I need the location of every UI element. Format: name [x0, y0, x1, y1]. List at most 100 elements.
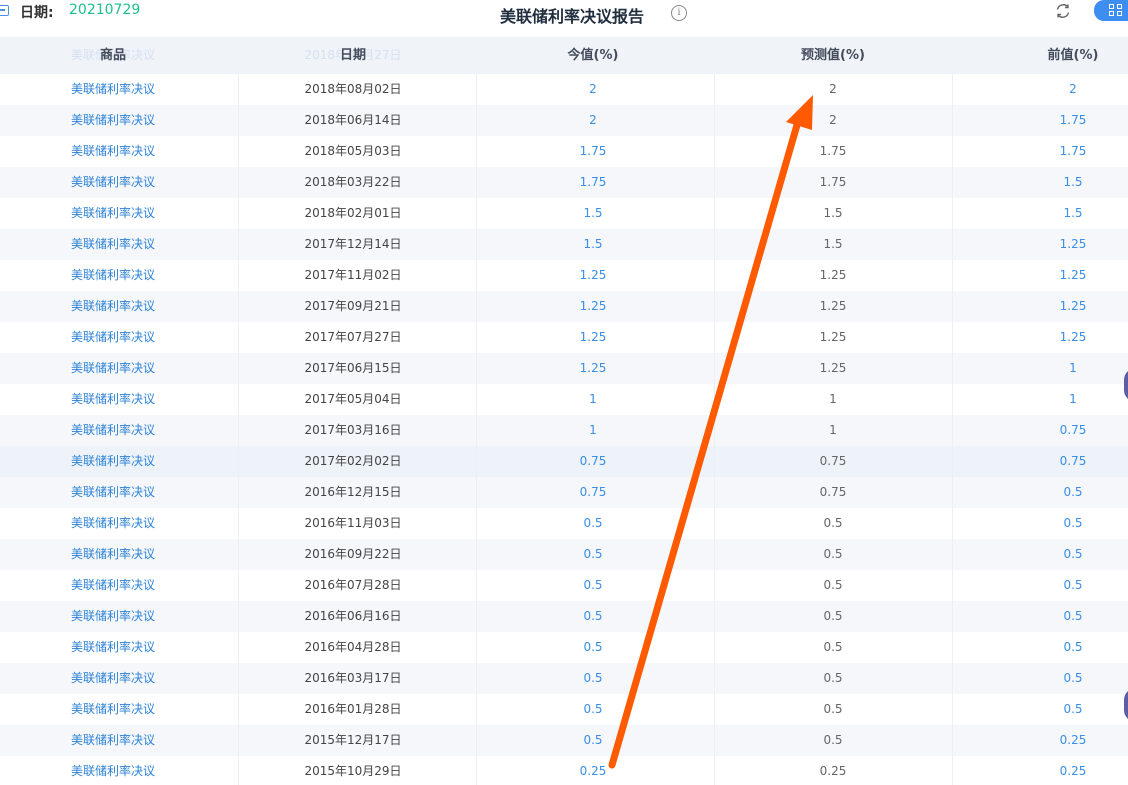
- table-row[interactable]: 美联储利率决议 2017年06月15日 1.25 1.25 1: [0, 353, 1128, 384]
- table-row[interactable]: 美联储利率决议 2016年07月28日 0.5 0.5 0.5: [0, 570, 1128, 601]
- calendar-icon: [0, 5, 9, 16]
- actual-value-cell: 0.5: [583, 640, 603, 654]
- column-divider: [952, 291, 953, 322]
- table-row[interactable]: 美联储利率决议 2015年10月29日 0.25 0.25 0.25: [0, 756, 1128, 785]
- column-divider: [952, 167, 953, 198]
- column-divider: [476, 136, 477, 167]
- forecast-value-cell: 0.5: [823, 702, 843, 716]
- table-row[interactable]: 美联储利率决议 2016年04月28日 0.5 0.5 0.5: [0, 632, 1128, 663]
- table-row[interactable]: 美联储利率决议 2018年02月01日 1.5 1.5 1.5: [0, 198, 1128, 229]
- refresh-icon[interactable]: [1054, 2, 1072, 20]
- product-cell[interactable]: 美联储利率决议: [38, 539, 188, 570]
- date-cell: 2018年08月02日: [304, 82, 402, 96]
- column-header-forecast[interactable]: 预测值(%): [758, 37, 908, 74]
- column-divider: [714, 415, 715, 446]
- actual-value-cell: 1.25: [579, 361, 607, 375]
- forecast-value-cell: 1.25: [819, 299, 847, 313]
- date-cell: 2016年03月17日: [304, 671, 402, 685]
- table-row[interactable]: 美联储利率决议 2018年06月14日 2 2 1.75: [0, 105, 1128, 136]
- product-cell[interactable]: 美联储利率决议: [38, 229, 188, 260]
- table-row[interactable]: 美联储利率决议 2017年03月16日 1 1 0.75: [0, 415, 1128, 446]
- column-divider: [476, 229, 477, 260]
- product-cell[interactable]: 美联储利率决议: [38, 725, 188, 756]
- layout-toggle-button[interactable]: [1094, 0, 1128, 21]
- table-row[interactable]: 美联储利率决议 2018年08月02日 2 2 2: [0, 74, 1128, 105]
- column-header-date[interactable]: 日期: [278, 37, 428, 74]
- column-divider: [476, 446, 477, 477]
- table-row[interactable]: 美联储利率决议 2017年11月02日 1.25 1.25 1.25: [0, 260, 1128, 291]
- product-cell[interactable]: 美联储利率决议: [38, 415, 188, 446]
- previous-value-cell: 0.5: [1063, 516, 1083, 530]
- table-row[interactable]: 美联储利率决议 2018年05月03日 1.75 1.75 1.75: [0, 136, 1128, 167]
- product-cell[interactable]: 美联储利率决议: [38, 260, 188, 291]
- table-row[interactable]: 美联储利率决议 2017年12月14日 1.5 1.5 1.25: [0, 229, 1128, 260]
- date-cell: 2017年02月02日: [304, 454, 402, 468]
- column-divider: [952, 105, 953, 136]
- product-cell[interactable]: 美联储利率决议: [38, 694, 188, 725]
- previous-value-cell: 0.75: [1059, 423, 1087, 437]
- column-header-product[interactable]: 商品: [38, 37, 188, 74]
- previous-value-cell: 1: [1069, 392, 1077, 406]
- product-cell[interactable]: 美联储利率决议: [38, 601, 188, 632]
- column-divider: [476, 477, 477, 508]
- forecast-value-cell: 1.5: [823, 206, 843, 220]
- product-cell[interactable]: 美联储利率决议: [38, 353, 188, 384]
- table-row[interactable]: 美联储利率决议 2016年03月17日 0.5 0.5 0.5: [0, 663, 1128, 694]
- table-body: 美联储利率决议 2018年08月02日 2 2 2 美联储利率决议 2018年06月14日 2…: [0, 74, 1128, 785]
- table-row[interactable]: 美联储利率决议 2018年03月22日 1.75 1.75 1.5: [0, 167, 1128, 198]
- forecast-value-cell: 0.75: [819, 454, 847, 468]
- product-cell[interactable]: 美联储利率决议: [38, 384, 188, 415]
- product-cell[interactable]: 美联储利率决议: [38, 570, 188, 601]
- product-cell[interactable]: 美联储利率决议: [38, 756, 188, 785]
- column-divider: [714, 74, 715, 105]
- column-divider: [476, 508, 477, 539]
- column-divider: [952, 725, 953, 756]
- product-cell[interactable]: 美联储利率决议: [38, 105, 188, 136]
- product-cell[interactable]: 美联储利率决议: [38, 446, 188, 477]
- info-icon[interactable]: i: [671, 5, 687, 21]
- previous-value-cell: 0.5: [1063, 578, 1083, 592]
- column-header-previous[interactable]: 前值(%): [998, 37, 1128, 74]
- column-divider: [476, 198, 477, 229]
- column-divider: [714, 229, 715, 260]
- product-cell[interactable]: 美联储利率决议: [38, 198, 188, 229]
- column-divider: [952, 756, 953, 785]
- actual-value-cell: 0.75: [579, 454, 607, 468]
- table-row[interactable]: 美联储利率决议 2016年11月03日 0.5 0.5 0.5: [0, 508, 1128, 539]
- column-divider: [238, 756, 239, 785]
- product-cell[interactable]: 美联储利率决议: [38, 322, 188, 353]
- table-row[interactable]: 美联储利率决议 2016年12月15日 0.75 0.75 0.5: [0, 477, 1128, 508]
- date-cell: 2017年09月21日: [304, 299, 402, 313]
- product-cell[interactable]: 美联储利率决议: [38, 136, 188, 167]
- column-divider: [238, 508, 239, 539]
- table-row[interactable]: 美联储利率决议 2017年07月27日 1.25 1.25 1.25: [0, 322, 1128, 353]
- table-row[interactable]: 美联储利率决议 2016年01月28日 0.5 0.5 0.5: [0, 694, 1128, 725]
- product-cell[interactable]: 美联储利率决议: [38, 291, 188, 322]
- date-value[interactable]: 20210729: [69, 2, 140, 18]
- product-cell[interactable]: 美联储利率决议: [38, 663, 188, 694]
- table-row[interactable]: 美联储利率决议 2015年12月17日 0.5 0.5 0.25: [0, 725, 1128, 756]
- table-row[interactable]: 美联储利率决议 2016年09月22日 0.5 0.5 0.5: [0, 539, 1128, 570]
- column-divider: [952, 694, 953, 725]
- column-divider: [952, 508, 953, 539]
- column-header-actual[interactable]: 今值(%): [518, 37, 668, 74]
- column-divider: [238, 229, 239, 260]
- previous-value-cell: 1.75: [1059, 113, 1087, 127]
- product-cell[interactable]: 美联储利率决议: [38, 508, 188, 539]
- column-divider: [714, 136, 715, 167]
- column-divider: [476, 260, 477, 291]
- actual-value-cell: 0.75: [579, 485, 607, 499]
- table-row[interactable]: 美联储利率决议 2017年05月04日 1 1 1: [0, 384, 1128, 415]
- product-cell[interactable]: 美联储利率决议: [38, 167, 188, 198]
- product-cell[interactable]: 美联储利率决议: [38, 477, 188, 508]
- product-cell[interactable]: 美联储利率决议: [38, 632, 188, 663]
- column-divider: [238, 353, 239, 384]
- table-row[interactable]: 美联储利率决议 2017年09月21日 1.25 1.25 1.25: [0, 291, 1128, 322]
- table-row[interactable]: 美联储利率决议 2017年02月02日 0.75 0.75 0.75: [0, 446, 1128, 477]
- column-divider: [714, 260, 715, 291]
- product-cell[interactable]: 美联储利率决议: [38, 74, 188, 105]
- date-cell: 2016年04月28日: [304, 640, 402, 654]
- column-divider: [238, 74, 239, 105]
- table-row[interactable]: 美联储利率决议 2016年06月16日 0.5 0.5 0.5: [0, 601, 1128, 632]
- column-divider: [476, 570, 477, 601]
